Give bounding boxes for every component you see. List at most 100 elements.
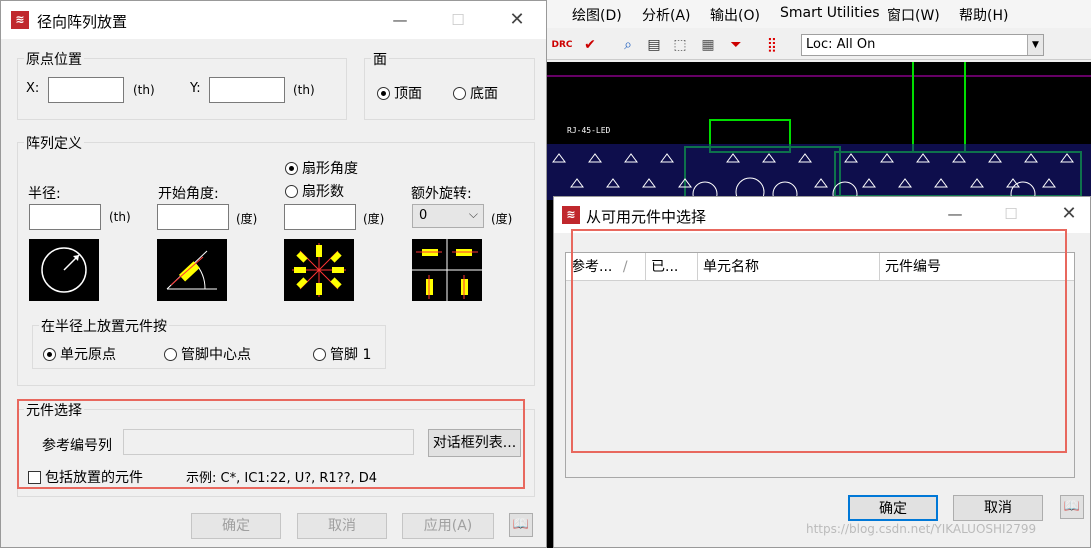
array-definition-group: 阵列定义 半径: (th) 开始角度: (度) 扇形角度 扇形数 (度) 额外旋…: [17, 133, 535, 386]
chevron-down-icon[interactable]: ⌵: [469, 207, 478, 222]
toolbar: DRC ✔ ⌕ ▤ ⬚ ▦ ⏷ ⣿ Loc: All On ▼: [545, 30, 1091, 60]
origin-group: 原点位置 X: (th) Y: (th): [17, 49, 347, 120]
example-text: 示例: C*, IC1:22, U?, R1??, D4: [186, 471, 378, 486]
pcb-label: RJ-45-LED: [567, 126, 611, 135]
pin-1-radio[interactable]: 管脚 1: [313, 344, 371, 364]
column-header-part-number[interactable]: 元件编号: [880, 253, 1074, 281]
select-dialog-title: 从可用元件中选择: [586, 208, 707, 226]
radio-dot: [285, 161, 298, 175]
side-group-label: 面: [371, 49, 389, 69]
menu-analysis[interactable]: 分析(A): [642, 5, 691, 25]
menu-smart-utilities[interactable]: Smart Utilities: [780, 5, 880, 21]
column-header-unit-name[interactable]: 单元名称: [698, 253, 880, 281]
help-book-icon[interactable]: 📖: [1060, 495, 1084, 519]
sector-unit: (度): [363, 212, 385, 226]
start-angle-unit: (度): [236, 212, 258, 226]
radial-array-dialog: ≋ 径向阵列放置 — ☐ ✕ 原点位置 X: (th) Y: (th) 面 顶面…: [0, 0, 547, 548]
pin-1-label: 管脚 1: [330, 347, 372, 363]
watermark-text: https://blog.csdn.net/YIKALUOSHI2799: [806, 522, 1037, 536]
close-icon[interactable]: ✕: [1054, 201, 1084, 227]
extra-rotation-select[interactable]: 0 ⌵: [412, 204, 484, 228]
select-components-dialog: ≋ 从可用元件中选择 — ☐ ✕ 参考... / 已... 单元名称 元件编号 …: [553, 196, 1091, 548]
extra-rotation-value: 0: [419, 208, 428, 223]
maximize-icon: ☐: [1004, 205, 1018, 223]
minimize-icon[interactable]: —: [940, 201, 970, 227]
report-icon[interactable]: ▦: [697, 34, 719, 56]
select-ok-button[interactable]: 确定: [848, 495, 938, 521]
sector-preview-image: [284, 239, 354, 301]
component-selection-group: 元件选择 参考编号列 对话框列表... 包括放置的元件 示例: C*, IC1:…: [17, 400, 535, 497]
select-icon[interactable]: ⬚: [669, 34, 691, 56]
menu-window[interactable]: 窗口(W): [887, 5, 940, 25]
checkbox-box: [28, 470, 41, 484]
menu-draw[interactable]: 绘图(D): [572, 5, 622, 25]
extra-rotation-label: 额外旋转:: [411, 186, 472, 202]
extra-rotation-unit: (度): [491, 212, 513, 226]
close-icon[interactable]: ✕: [502, 7, 532, 33]
document-icon[interactable]: ▤: [643, 34, 665, 56]
list-header: 参考... / 已... 单元名称 元件编号: [566, 253, 1074, 281]
sector-angle-radio[interactable]: 扇形角度: [285, 158, 358, 178]
y-input[interactable]: [209, 77, 285, 103]
bottom-side-label: 底面: [470, 86, 498, 102]
start-angle-input[interactable]: [157, 204, 229, 230]
x-label: X:: [26, 81, 40, 96]
radio-dot: [453, 86, 466, 100]
dialog-title: 径向阵列放置: [37, 13, 128, 31]
apply-button[interactable]: 应用(A): [402, 513, 494, 539]
unit-origin-label: 单元原点: [60, 347, 116, 363]
extra-rotation-preview-image: [412, 239, 482, 301]
app-icon: ≋: [11, 11, 29, 29]
menu-help[interactable]: 帮助(H): [959, 5, 1008, 25]
component-group-label: 元件选择: [24, 400, 84, 420]
radio-dot: [285, 184, 298, 198]
column-ref-label: 参考...: [571, 259, 613, 275]
column-header-placed[interactable]: 已...: [646, 253, 698, 281]
ref-input[interactable]: [123, 429, 414, 455]
drc-check-icon[interactable]: ✔: [579, 34, 601, 56]
ok-button[interactable]: 确定: [191, 513, 281, 539]
component-list[interactable]: 参考... / 已... 单元名称 元件编号: [565, 252, 1075, 478]
include-placed-label: 包括放置的元件: [45, 470, 143, 486]
start-angle-label: 开始角度:: [158, 186, 219, 202]
radio-dot: [164, 347, 177, 361]
drc-icon[interactable]: DRC: [551, 34, 573, 56]
sector-input[interactable]: [284, 204, 356, 230]
sector-angle-label: 扇形角度: [302, 161, 358, 177]
loc-select-value: Loc: All On: [806, 37, 876, 52]
radius-input[interactable]: [29, 204, 101, 230]
place-by-group-label: 在半径上放置元件按: [39, 316, 169, 336]
sector-count-label: 扇形数: [302, 184, 344, 200]
bottom-side-radio[interactable]: 底面: [453, 83, 498, 103]
side-group: 面 顶面 底面: [364, 49, 535, 120]
radio-dot: [43, 347, 56, 361]
dialog-titlebar: ≋ 径向阵列放置 — ☐ ✕: [1, 1, 546, 39]
zoom-icon[interactable]: ⌕: [617, 34, 639, 56]
radio-dot: [313, 347, 326, 361]
dialog-list-button[interactable]: 对话框列表...: [428, 429, 521, 457]
cancel-button[interactable]: 取消: [297, 513, 387, 539]
top-side-label: 顶面: [394, 86, 422, 102]
y-label: Y:: [190, 81, 201, 96]
unit-origin-radio[interactable]: 单元原点: [43, 344, 116, 364]
include-placed-checkbox[interactable]: 包括放置的元件: [28, 467, 143, 487]
pin-center-radio[interactable]: 管脚中心点: [164, 344, 251, 364]
select-cancel-button[interactable]: 取消: [953, 495, 1043, 521]
pin-center-label: 管脚中心点: [181, 347, 251, 363]
array-group-label: 阵列定义: [24, 133, 84, 153]
filter-icon[interactable]: ⏷: [725, 34, 747, 56]
radius-unit: (th): [109, 210, 131, 224]
app-icon: ≋: [562, 206, 580, 224]
chevron-down-icon[interactable]: ▼: [1027, 35, 1043, 55]
top-side-radio[interactable]: 顶面: [377, 83, 422, 103]
column-header-ref[interactable]: 参考... /: [566, 253, 646, 281]
x-input[interactable]: [48, 77, 124, 103]
loc-select[interactable]: Loc: All On ▼: [801, 34, 1044, 56]
radius-label: 半径:: [28, 186, 61, 202]
sector-count-radio[interactable]: 扇形数: [285, 181, 344, 201]
grid-icon[interactable]: ⣿: [761, 34, 783, 56]
menu-output[interactable]: 输出(O): [710, 5, 760, 25]
ref-label: 参考编号列: [42, 438, 112, 454]
help-book-icon[interactable]: 📖: [509, 513, 533, 537]
minimize-icon[interactable]: —: [385, 7, 415, 33]
